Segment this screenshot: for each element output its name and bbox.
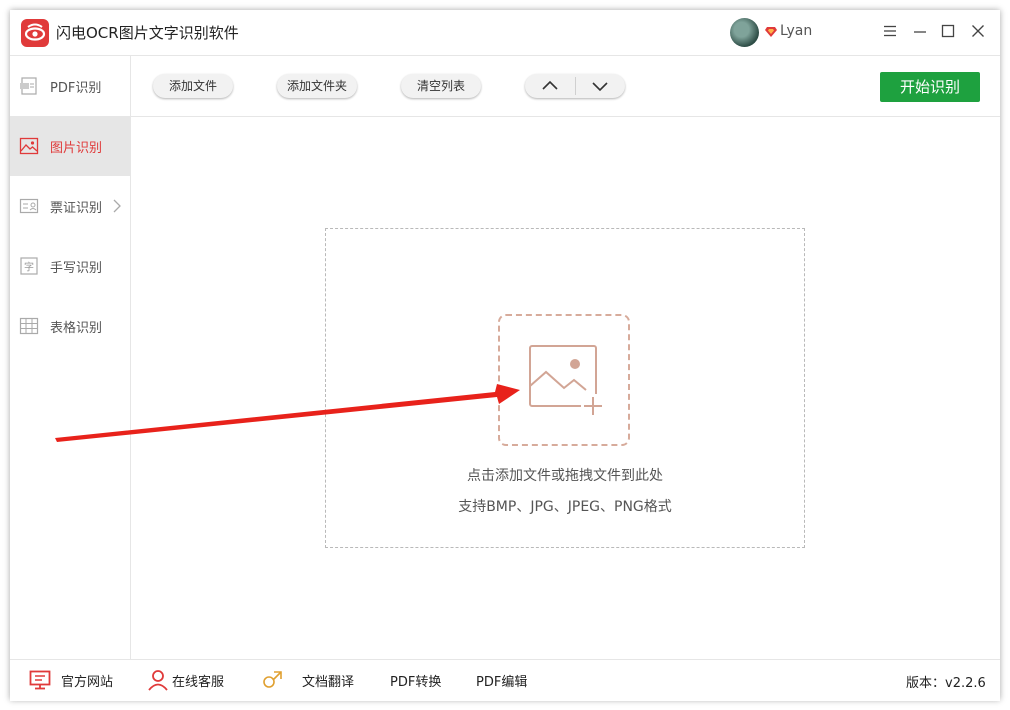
pdf-edit-link[interactable]: PDF编辑 [476,671,527,690]
sidebar-item-ticket[interactable]: 票证识别 [10,176,130,236]
app-title: 闪电OCR图片文字识别软件 [56,24,239,42]
image-icon [19,137,39,155]
avatar[interactable] [730,18,759,47]
pdf-convert-link[interactable]: PDF转换 [390,671,441,690]
chevron-up-icon[interactable] [525,74,575,98]
svg-text:字: 字 [24,261,34,274]
version-label: 版本：v2.2.6 [906,676,986,691]
chevron-down-icon[interactable] [575,74,625,98]
add-folder-button[interactable]: 添加文件夹 [277,74,357,98]
menu-icon[interactable] [882,23,898,39]
sidebar-item-pdf[interactable]: PDF识别 [10,56,130,116]
website-link[interactable]: 官方网站 [61,671,113,690]
annotation-arrow-icon [55,384,520,442]
sidebar-item-label: PDF识别 [50,81,102,96]
drop-hint: 点击添加文件或拖拽文件到此处 [467,468,663,484]
status-bar: 官方网站 在线客服 文档翻译 PDF转换 PDF编辑 版本：v2.2.6 [10,659,1000,701]
supported-formats: 支持BMP、JPG、JPEG、PNG格式 [458,499,672,515]
title-bar: 闪电OCR图片文字识别软件 Lyan [10,10,1000,56]
start-recognition-button[interactable]: 开始识别 [880,72,980,102]
sidebar: PDF识别 图片识别 票证识别 字 手写识别 表格识别 [10,56,131,659]
monitor-icon [29,670,51,690]
diamond-vip-icon [765,27,777,37]
sidebar-item-handwriting[interactable]: 字 手写识别 [10,236,130,296]
clear-list-button[interactable]: 清空列表 [401,74,481,98]
username[interactable]: Lyan [780,23,812,39]
table-icon [19,317,39,335]
reorder-group [525,74,625,98]
close-icon[interactable] [970,23,986,39]
sidebar-item-table[interactable]: 表格识别 [10,296,130,356]
support-link[interactable]: 在线客服 [172,671,224,690]
chevron-right-icon [113,199,121,213]
add-file-button[interactable]: 添加文件 [153,74,233,98]
translate-icon [263,671,282,688]
toolbar: 添加文件 添加文件夹 清空列表 开始识别 [131,56,1000,117]
id-card-icon [19,198,39,214]
user-support-icon [148,670,168,691]
sidebar-item-label: 票证识别 [50,201,103,216]
app-window: 闪电OCR图片文字识别软件 Lyan PDF识别 图片识别 票证识别 字 手写识… [10,10,1000,701]
sidebar-item-label: 手写识别 [50,261,103,276]
sidebar-item-label: 图片识别 [50,141,103,156]
translate-link[interactable]: 文档翻译 [302,671,354,690]
sidebar-item-label: 表格识别 [50,321,103,336]
pdf-doc-icon [20,77,37,95]
eye-logo-icon [21,19,49,47]
maximize-icon[interactable] [940,23,956,39]
minimize-icon[interactable] [912,23,928,39]
handwriting-icon: 字 [20,257,38,275]
sidebar-item-image[interactable]: 图片识别 [10,116,130,176]
